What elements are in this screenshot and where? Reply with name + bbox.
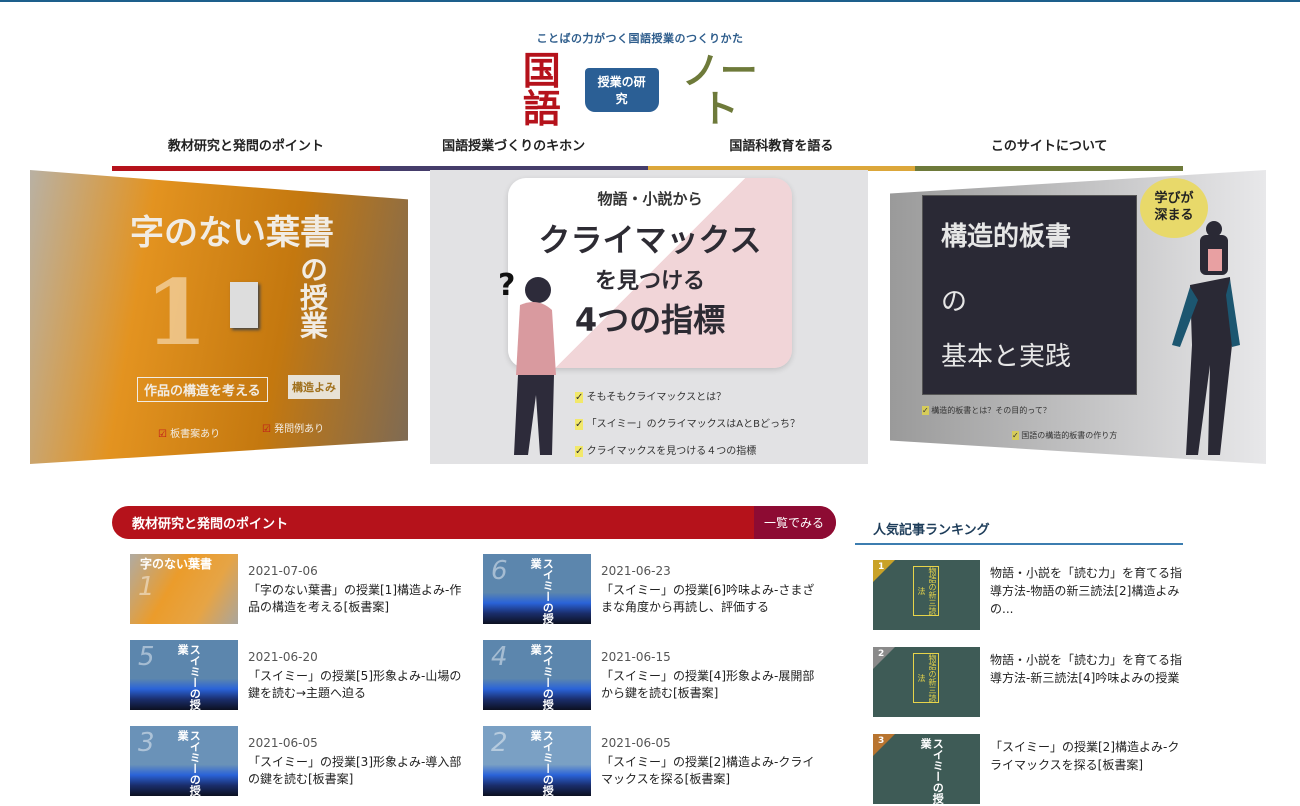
logo-text-kokugo: 国語 — [522, 49, 561, 131]
nav-item-kihon[interactable]: 国語授業づくりのキホン — [379, 135, 648, 171]
article-title[interactable]: 「スイミー」の授業[3]形象よみ-導入部の鍵を読む[板書案] — [248, 754, 470, 788]
nav-item-kyozai[interactable]: 教材研究と発問のポイント — [112, 135, 380, 171]
ranking-item[interactable]: 1 物語の新三読法 物語・小説を「読む力」を育てる指導方法-物語の新三読法[2]構… — [873, 560, 1183, 632]
article-card[interactable]: 字のない葉書 1 2021-07-06 「字のない葉書」の授業[1]構造よみ-作品の… — [130, 554, 470, 626]
article-date: 2021-06-15 — [601, 650, 671, 664]
article-date: 2021-06-05 — [248, 736, 318, 750]
article-thumbnail: 3 スイミーの授業 — [130, 726, 238, 796]
site-logo[interactable]: ことばの力がつく国語授業のつくりかた 国語 授業の研究 ノート — [505, 28, 775, 128]
article-thumbnail: 4 スイミーの授業 — [483, 640, 591, 710]
ranking-item-title[interactable]: 「スイミー」の授業[2]構造よみ-クライマックスを探る[板書案] — [990, 738, 1183, 806]
slide-subtitle: の授業 — [296, 255, 329, 339]
section-title: 教材研究と発問のポイント — [132, 517, 289, 532]
slide-box: 作品の構造を考える — [137, 377, 268, 402]
nav-item-kataru[interactable]: 国語科教育を語る — [647, 135, 916, 171]
slide-tag: 構造よみ — [288, 375, 340, 399]
ranking-title: 人気記事ランキング — [873, 523, 990, 538]
featured-carousel: 字のない葉書 1 の授業 作品の構造を考える 構造よみ ☑ 板書案あり ☑ 発問… — [30, 170, 1266, 465]
slide-line2: の — [941, 287, 968, 317]
article-date: 2021-06-05 — [601, 736, 671, 750]
logo-book-badge: 授業の研究 — [584, 68, 659, 112]
article-card[interactable]: 3 スイミーの授業 2021-06-05 「スイミー」の授業[3]形象よみ-導入部の… — [130, 726, 470, 798]
ranking-item-title[interactable]: 物語・小説を「読む力」を育てる指導方法-物語の新三読法[2]構造よみの... — [990, 564, 1183, 632]
article-title[interactable]: 「スイミー」の授業[4]形象よみ-展開部から鍵を読む[板書案] — [601, 668, 823, 702]
article-thumbnail: 字のない葉書 1 — [130, 554, 238, 624]
article-thumbnail: 5 スイミーの授業 — [130, 640, 238, 710]
ranking-item[interactable]: 2 物語の新三読法 物語・小説を「読む力」を育てる指導方法-新三読法[4]吟味よみ… — [873, 647, 1183, 719]
slide-title: 構造的板書 — [941, 222, 1072, 252]
article-card[interactable]: 2 スイミーの授業 2021-06-05 「スイミー」の授業[2]構造よみ-クライマ… — [483, 726, 823, 798]
article-date: 2021-06-23 — [601, 564, 671, 578]
article-title[interactable]: 「スイミー」の授業[5]形象よみ-山場の鍵を読む→主題へ迫る — [248, 668, 470, 702]
section-header: 教材研究と発問のポイント 一覧でみる — [112, 506, 836, 539]
article-card[interactable]: 6 スイミーの授業 2021-06-23 「スイミー」の授業[6]吟味よみ-さまざま… — [483, 554, 823, 626]
postcard-image — [230, 282, 258, 328]
slide-jinonai-hagaki[interactable]: 字のない葉書 1 の授業 作品の構造を考える 構造よみ ☑ 板書案あり ☑ 発問… — [30, 170, 408, 464]
site-tagline: ことばの力がつく国語授業のつくりかた — [536, 32, 744, 45]
article-thumbnail: 6 スイミーの授業 — [483, 554, 591, 624]
woman-illustration — [1172, 221, 1240, 455]
slide-title: 字のない葉書 — [130, 213, 334, 253]
ranking-item-title[interactable]: 物語・小説を「読む力」を育てる指導方法-新三読法[4]吟味よみの授業 — [990, 651, 1183, 719]
article-card[interactable]: 4 スイミーの授業 2021-06-15 「スイミー」の授業[4]形象よみ-展開部か… — [483, 640, 823, 712]
nav-item-about[interactable]: このサイトについて — [915, 135, 1183, 171]
rank-badge: 3 — [873, 734, 895, 756]
article-card[interactable]: 5 スイミーの授業 2021-06-20 「スイミー」の授業[5]形象よみ-山場の鍵… — [130, 640, 470, 712]
slide-check: ☑ 発問例あり — [262, 424, 325, 435]
article-title[interactable]: 「スイミー」の授業[6]吟味よみ-さまざまな角度から再読し、評価する — [601, 582, 823, 616]
rank-badge: 1 — [873, 560, 895, 582]
article-title[interactable]: 「字のない葉書」の授業[1]構造よみ-作品の構造を考える[板書案] — [248, 582, 470, 616]
view-all-button[interactable]: 一覧でみる — [753, 506, 836, 539]
ranking-thumbnail: 1 物語の新三読法 — [873, 560, 980, 630]
article-thumbnail: 2 スイミーの授業 — [483, 726, 591, 796]
slide-line3: 基本と実践 — [941, 342, 1072, 372]
slide-title: クライマックス — [538, 221, 762, 259]
article-date: 2021-06-20 — [248, 650, 318, 664]
slide-climax[interactable]: 物語・小説から クライマックス を見つける 4つの指標 ? ✓ そもそもクライマ… — [430, 170, 868, 464]
svg-text:?: ? — [498, 268, 515, 303]
slide-check: ✓ 国語の構造的板書の作り方 — [1012, 431, 1118, 440]
main-nav: 教材研究と発問のポイント 国語授業づくりのキホン 国語科教育を語る このサイトに… — [112, 135, 1183, 171]
article-title[interactable]: 「スイミー」の授業[2]構造よみ-クライマックスを探る[板書案] — [601, 754, 823, 788]
ranking-item[interactable]: 3 スイミーの授業 「スイミー」の授業[2]構造よみ-クライマックスを探る[板書案… — [873, 734, 1183, 806]
rank-badge: 2 — [873, 647, 895, 669]
slide-check: ✓ 構造的板書とは？その目的って？ — [922, 406, 1051, 415]
article-date: 2021-07-06 — [248, 564, 318, 578]
ranking-thumbnail: 3 スイミーの授業 — [873, 734, 980, 804]
ranking-divider — [855, 543, 1183, 545]
slide-checklist: ✓ そもそもクライマックスとは？ ✓ 「スイミー」のクライマックスはAとBどっち… — [575, 392, 800, 457]
blackboard: 構造的板書 の 基本と実践 — [922, 195, 1137, 395]
slide-check: ☑ 板書案あり — [158, 429, 221, 440]
slide-kicker: 物語・小説から — [597, 190, 703, 208]
logo-text-note: ノート — [681, 49, 758, 131]
slide-kozo-bansho[interactable]: 構造的板書 の 基本と実践 学びが深まる ✓ 構造的板書とは？その目的って？ ✓… — [890, 170, 1266, 464]
person-illustration: ? — [498, 268, 556, 455]
ranking-thumbnail: 2 物語の新三読法 — [873, 647, 980, 717]
slide-number: 1 — [145, 260, 208, 366]
